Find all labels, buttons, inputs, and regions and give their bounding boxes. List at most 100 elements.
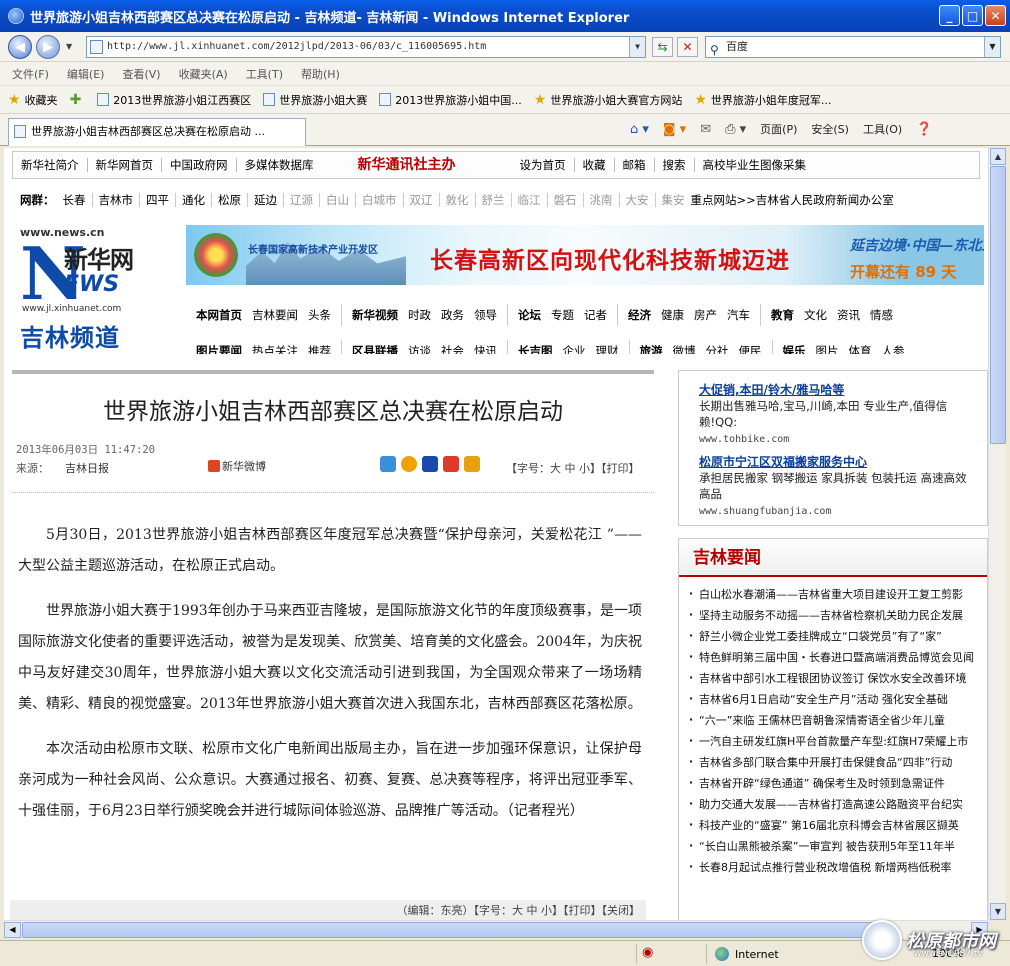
- city-link[interactable]: 白山: [320, 193, 356, 207]
- tab-current[interactable]: 世界旅游小姐吉林西部赛区总决赛在松原启动 ...: [8, 118, 306, 146]
- menu-favorites[interactable]: 收藏夹(A): [179, 66, 228, 82]
- share-sina-icon[interactable]: [443, 456, 459, 472]
- channel-link[interactable]: 体育: [849, 343, 872, 354]
- channel-link[interactable]: 头条: [308, 307, 331, 323]
- print-icon[interactable]: ⎙ ▾: [725, 122, 746, 137]
- channel-link[interactable]: 快讯: [474, 343, 497, 354]
- channel-link[interactable]: 情感: [870, 307, 893, 323]
- channel-link[interactable]: 健康: [661, 307, 684, 323]
- channel-link[interactable]: 人参: [882, 343, 905, 354]
- city-link[interactable]: 大安: [619, 193, 656, 207]
- city-link[interactable]: 延边: [248, 193, 284, 207]
- news-item[interactable]: 长春8月起试点推行营业税改增值税 新增两档低税率: [687, 858, 987, 879]
- menu-file[interactable]: 文件(F): [12, 66, 49, 82]
- channel-link[interactable]: 文化: [804, 307, 827, 323]
- channel-link[interactable]: 推荐: [308, 343, 331, 354]
- fav-item-3[interactable]: 2013世界旅游小姐中国...: [379, 92, 522, 108]
- feeds-icon[interactable]: ◙ ▾: [663, 122, 686, 137]
- forward-button[interactable]: ▶: [36, 35, 60, 59]
- channel-link[interactable]: 汽车: [727, 307, 750, 323]
- news-item[interactable]: 吉林省多部门联合集中开展打击保健食品“四非”行动: [687, 753, 987, 774]
- minimize-button[interactable]: _: [939, 5, 960, 26]
- stop-button[interactable]: ✕: [677, 37, 698, 57]
- add-favorite-button[interactable]: ✚: [70, 92, 86, 108]
- fav-item-5[interactable]: ★ 世界旅游小姐年度冠军...: [694, 92, 831, 108]
- channel-link[interactable]: 微博: [673, 343, 696, 354]
- channel-link[interactable]: 新华视频: [352, 307, 398, 323]
- channel-link[interactable]: 房产: [694, 307, 717, 323]
- channel-link[interactable]: 吉林要闻: [252, 307, 298, 323]
- news-item[interactable]: 科技产业的“盛宴” 第16届北京科博会吉林省展区撷英: [687, 816, 987, 837]
- city-link[interactable]: 长春: [56, 193, 93, 207]
- vertical-scroll-thumb[interactable]: [990, 166, 1006, 444]
- share-star-icon[interactable]: [464, 456, 480, 472]
- site-logo[interactable]: www.news.cn N 新华网 EWS www.jl.xinhuanet.c…: [20, 226, 168, 352]
- fav-item-1[interactable]: 2013世界旅游小姐江西赛区: [97, 92, 251, 108]
- menu-edit[interactable]: 编辑(E): [67, 66, 105, 82]
- news-item[interactable]: 坚持主动服务不动摇——吉林省检察机关助力民企发展: [687, 606, 987, 627]
- tools-menu[interactable]: 工具(O): [863, 121, 902, 137]
- ad-headline-1[interactable]: 大促销,本田/铃木/雅马哈等: [699, 381, 969, 398]
- scroll-right-arrow-icon[interactable]: ▶: [971, 922, 988, 938]
- menu-tools[interactable]: 工具(T): [246, 66, 283, 82]
- weibo-link[interactable]: 新华微博: [208, 458, 266, 474]
- scroll-left-arrow-icon[interactable]: ◀: [4, 922, 21, 938]
- nav-graduate[interactable]: 高校毕业生图像采集: [695, 158, 815, 172]
- city-link[interactable]: 白城市: [356, 193, 404, 207]
- fav-item-4[interactable]: ★ 世界旅游小姐大赛官方网站: [534, 92, 683, 108]
- close-button[interactable]: ✕: [985, 5, 1006, 26]
- city-link[interactable]: 双辽: [403, 193, 440, 207]
- menu-view[interactable]: 查看(V): [122, 66, 160, 82]
- nav-set-home[interactable]: 设为首页: [512, 158, 575, 172]
- channel-link[interactable]: 经济: [628, 307, 651, 323]
- channel-link[interactable]: 便民: [739, 343, 762, 354]
- city-link[interactable]: 舒兰: [475, 193, 512, 207]
- channel-link[interactable]: 理财: [596, 343, 619, 354]
- ad-url-2[interactable]: www.shuangfubanjia.com: [699, 506, 969, 517]
- channel-link[interactable]: 图片: [816, 343, 839, 354]
- city-link[interactable]: 通化: [176, 193, 212, 207]
- back-button[interactable]: ◀: [8, 35, 32, 59]
- page-menu[interactable]: 页面(P): [760, 121, 797, 137]
- search-dropdown-icon[interactable]: ▼: [984, 37, 1000, 57]
- channel-link[interactable]: 图片要闻: [196, 343, 242, 354]
- news-item[interactable]: 一汽自主研发红旗H平台首款量产车型:红旗H7荣耀上市: [687, 732, 987, 753]
- channel-link[interactable]: 专题: [551, 307, 574, 323]
- news-item[interactable]: “长白山黑熊被杀案”一审宣判 被告获刑5年至11年半: [687, 837, 987, 858]
- horizontal-scroll-thumb[interactable]: [22, 922, 880, 938]
- nav-xinhua-intro[interactable]: 新华社简介: [13, 158, 88, 172]
- share-kaixin-icon[interactable]: [401, 456, 417, 472]
- menu-help[interactable]: 帮助(H): [301, 66, 340, 82]
- news-item[interactable]: 舒兰小微企业党工委挂牌成立“口袋党员”有了“家”: [687, 627, 987, 648]
- channel-link[interactable]: 资讯: [837, 307, 860, 323]
- ad-headline-2[interactable]: 松原市宁江区双福搬家服务中心: [699, 453, 969, 470]
- ad-url-1[interactable]: www.tohbike.com: [699, 434, 969, 445]
- news-item[interactable]: 吉林省中部引水工程银团协议签订 保饮水安全改善环境: [687, 669, 987, 690]
- refresh-button[interactable]: ⇆: [652, 37, 673, 57]
- channel-link[interactable]: 热点关注: [252, 343, 298, 354]
- help-icon[interactable]: ❓: [916, 122, 932, 137]
- nav-mail[interactable]: 邮箱: [615, 158, 655, 172]
- font-size-controls[interactable]: 【字号：大 中 小】【打印】: [506, 460, 640, 476]
- nav-media-db[interactable]: 多媒体数据库: [237, 158, 322, 172]
- city-link[interactable]: 敦化: [439, 193, 476, 207]
- channel-link[interactable]: 企业: [563, 343, 586, 354]
- ad-banner[interactable]: 长春国家高新技术产业开发区 长春高新区向现代化科技新城迈进 延吉边境·中国—东北…: [186, 225, 984, 285]
- channel-link[interactable]: 娱乐: [783, 343, 806, 354]
- channel-link[interactable]: 访谈: [408, 343, 431, 354]
- privacy-icon[interactable]: ◉: [642, 945, 653, 960]
- city-link[interactable]: 磐石: [547, 193, 584, 207]
- maximize-button[interactable]: □: [962, 5, 983, 26]
- channel-link[interactable]: 分社: [706, 343, 729, 354]
- channel-link[interactable]: 社会: [441, 343, 464, 354]
- channel-link[interactable]: 论坛: [518, 307, 541, 323]
- safety-menu[interactable]: 安全(S): [811, 121, 849, 137]
- home-icon[interactable]: ⌂ ▾: [630, 122, 649, 137]
- share-renren-icon[interactable]: [422, 456, 438, 472]
- channel-link[interactable]: 长吉图: [518, 343, 553, 354]
- city-link[interactable]: 临江: [511, 193, 548, 207]
- channel-link[interactable]: 时政: [408, 307, 431, 323]
- city-link[interactable]: 辽源: [284, 193, 320, 207]
- channel-link[interactable]: 政务: [441, 307, 464, 323]
- fav-item-2[interactable]: 世界旅游小姐大赛: [263, 92, 367, 108]
